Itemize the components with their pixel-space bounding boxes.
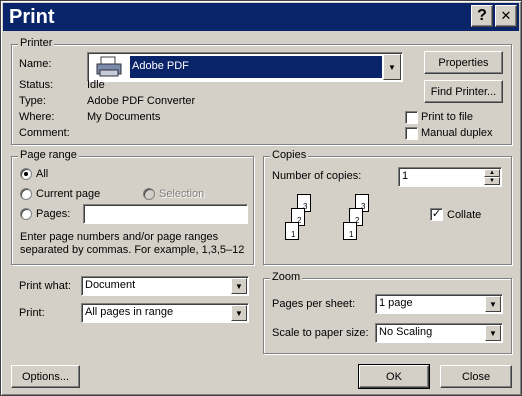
where-value: My Documents (87, 111, 161, 123)
spin-down-icon: ▼ (489, 178, 495, 184)
type-value: Adobe PDF Converter (87, 95, 196, 107)
chevron-down-icon: ▼ (388, 62, 396, 72)
find-printer-button[interactable]: Find Printer... (424, 80, 503, 103)
selection-label: Selection (159, 188, 205, 200)
print-what-dropdown-button[interactable]: ▼ (231, 278, 247, 294)
number-of-copies-label: Number of copies: (272, 170, 362, 182)
print-value: All pages in range (85, 306, 174, 318)
page-1: 1 (285, 222, 299, 240)
print-to-file-label[interactable]: Print to file (421, 111, 473, 123)
print-dialog: Print ? ✕ Printer Name: Adobe PDF ▼ Stat… (0, 0, 522, 396)
print-label: Print: (19, 307, 45, 319)
collate-label[interactable]: Collate (447, 209, 481, 221)
name-label: Name: (19, 58, 52, 70)
pages-per-sheet-select[interactable]: 1 page ▼ (375, 294, 503, 314)
title-bar[interactable]: Print (3, 3, 519, 31)
properties-button-label: Properties (438, 56, 489, 69)
options-button[interactable]: Options... (11, 365, 80, 388)
scale-to-paper-select[interactable]: No Scaling ▼ (375, 323, 503, 343)
collate-pages-icon-copy: 3 2 1 (335, 194, 379, 252)
selection-radio (143, 188, 155, 200)
pages-per-sheet-label: Pages per sheet: (272, 298, 356, 310)
copies-down-button[interactable]: ▼ (484, 177, 500, 185)
print-dropdown-button[interactable]: ▼ (231, 305, 247, 321)
collate-checkbox[interactable]: ✓ (430, 208, 443, 221)
page-1: 1 (343, 222, 357, 240)
all-label[interactable]: All (36, 168, 48, 180)
current-page-label[interactable]: Current page (36, 188, 100, 200)
chevron-down-icon: ▼ (235, 308, 243, 318)
print-select[interactable]: All pages in range ▼ (81, 303, 249, 323)
close-window-button[interactable]: ✕ (495, 5, 517, 27)
pages-radio[interactable] (20, 208, 32, 220)
zoom-legend: Zoom (270, 271, 303, 283)
pages-per-sheet-value: 1 page (379, 297, 413, 309)
scale-to-paper-dropdown-button[interactable]: ▼ (485, 325, 501, 341)
page-range-help-line2: separated by commas. For example, 1,3,5–… (20, 244, 245, 256)
dialog-title: Print (9, 5, 55, 28)
properties-button[interactable]: Properties (424, 51, 503, 74)
all-radio-dot (24, 172, 28, 176)
copies-up-button[interactable]: ▲ (484, 169, 500, 177)
copies-legend: Copies (270, 149, 309, 161)
print-what-label: Print what: (19, 280, 71, 292)
printer-icon (90, 55, 128, 79)
pages-label[interactable]: Pages: (36, 208, 70, 220)
help-button[interactable]: ? (471, 5, 493, 27)
help-icon: ? (477, 7, 487, 24)
print-what-value: Document (85, 279, 136, 291)
pages-per-sheet-dropdown-button[interactable]: ▼ (485, 296, 501, 312)
close-button-label: Close (461, 370, 491, 383)
find-printer-button-label: Find Printer... (430, 85, 497, 98)
where-label: Where: (19, 111, 55, 123)
spin-up-icon: ▲ (489, 170, 495, 176)
status-value: Idle (87, 79, 105, 91)
print-what-select[interactable]: Document ▼ (81, 276, 249, 296)
ok-button[interactable]: OK (358, 364, 430, 389)
options-button-label: Options... (21, 370, 70, 383)
manual-duplex-label[interactable]: Manual duplex (421, 127, 493, 139)
chevron-down-icon: ▼ (235, 281, 243, 291)
all-radio[interactable] (20, 168, 32, 180)
close-button[interactable]: Close (440, 365, 512, 388)
print-to-file-checkbox[interactable] (405, 111, 418, 124)
number-of-copies-value: 1 (402, 170, 409, 182)
check-icon: ✓ (431, 208, 442, 220)
current-page-radio[interactable] (20, 188, 32, 200)
printer-name-combo[interactable]: Adobe PDF ▼ (87, 52, 403, 82)
comment-label: Comment: (19, 127, 70, 139)
pages-input[interactable] (83, 204, 248, 224)
manual-duplex-checkbox[interactable] (405, 127, 418, 140)
scale-to-paper-value: No Scaling (379, 326, 433, 338)
printer-legend: Printer (18, 37, 55, 49)
type-label: Type: (19, 95, 46, 107)
chevron-down-icon: ▼ (489, 328, 497, 338)
printer-name-dropdown-button[interactable]: ▼ (383, 54, 401, 80)
chevron-down-icon: ▼ (489, 299, 497, 309)
page-range-legend: Page range (18, 149, 79, 161)
page-range-help-line1: Enter page numbers and/or page ranges (20, 231, 219, 243)
collate-pages-icon: 3 2 1 (277, 194, 321, 252)
close-icon: ✕ (500, 8, 512, 23)
printer-name-value: Adobe PDF (130, 56, 382, 78)
number-of-copies-spinner[interactable]: 1 ▲ ▼ (398, 167, 502, 187)
ok-button-label: OK (386, 370, 402, 383)
scale-to-paper-label: Scale to paper size: (272, 327, 369, 339)
status-label: Status: (19, 79, 54, 91)
